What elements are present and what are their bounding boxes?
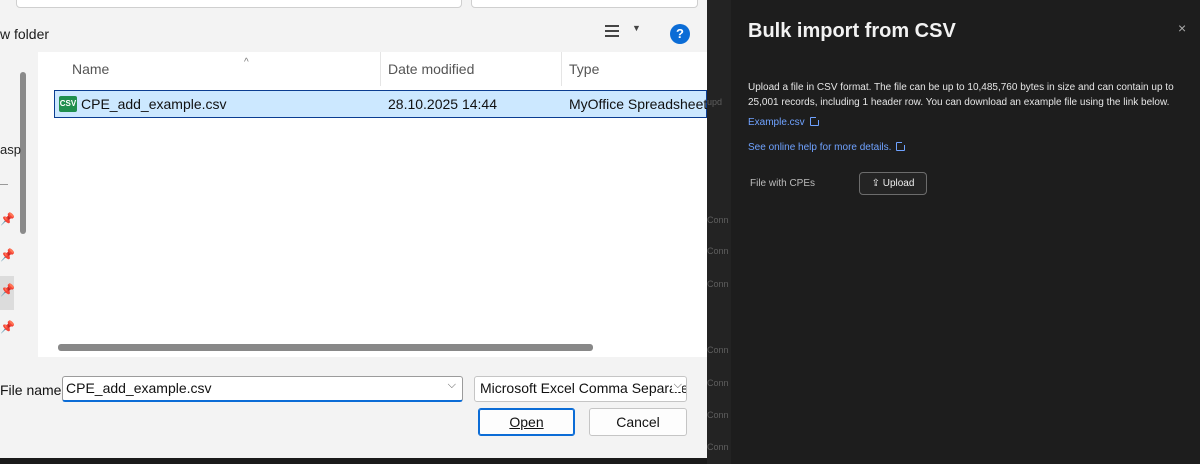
- file-name-label: File name:: [0, 382, 66, 398]
- background-text: Conn: [707, 442, 729, 452]
- pin-icon[interactable]: 📌: [0, 248, 15, 268]
- cancel-button[interactable]: Cancel: [589, 408, 687, 436]
- file-open-dialog: w folder ▼ ? asp 📌 📌 📌 📌 Name ^ Date mod…: [0, 0, 707, 458]
- external-link-icon: [896, 141, 907, 151]
- background-text: Conn: [707, 378, 729, 388]
- horizontal-scrollbar[interactable]: [58, 344, 593, 351]
- upload-field-label: File with CPEs: [750, 178, 816, 189]
- dialog-toolbar: w folder ▼ ?: [0, 0, 707, 52]
- close-icon[interactable]: ×: [1178, 20, 1186, 36]
- bulk-import-panel: Bulk import from CSV × Upload a file in …: [731, 0, 1200, 464]
- pin-icon[interactable]: 📌: [0, 212, 15, 232]
- search-box[interactable]: [471, 0, 698, 8]
- view-options-button[interactable]: ▼: [605, 23, 641, 43]
- address-bar[interactable]: [16, 0, 462, 8]
- panel-title: Bulk import from CSV: [748, 20, 956, 42]
- online-help-link[interactable]: See online help for more details.: [748, 141, 907, 153]
- view-menu-icon: [605, 25, 619, 37]
- csv-file-icon: CSV: [59, 96, 77, 112]
- upload-icon: ⇪: [871, 178, 880, 189]
- background-text: Conn: [707, 215, 729, 225]
- column-header-type[interactable]: Type: [561, 52, 707, 86]
- nav-item-partial[interactable]: asp: [0, 142, 21, 157]
- pin-icon[interactable]: 📌: [0, 276, 15, 310]
- pin-icon[interactable]: 📌: [0, 320, 15, 340]
- file-type-select[interactable]: Microsoft Excel Comma Separated ⌵: [474, 376, 687, 402]
- file-list: Name ^ Date modified Type CSV CPE_add_ex…: [38, 52, 707, 357]
- background-text: Conn: [707, 246, 729, 256]
- external-link-icon: [809, 116, 820, 126]
- background-text: Conn: [707, 279, 729, 289]
- help-icon[interactable]: ?: [670, 24, 690, 44]
- background-text: upd: [707, 97, 723, 107]
- column-header-name[interactable]: Name ^: [64, 52, 380, 86]
- navigation-pane: asp 📌 📌 📌 📌: [0, 52, 38, 357]
- chevron-down-icon[interactable]: ⌵: [448, 379, 456, 392]
- file-row[interactable]: CSV CPE_add_example.csv 28.10.2025 14:44…: [54, 90, 707, 118]
- chevron-down-icon: ▼: [632, 23, 641, 33]
- background-text: Conn: [707, 410, 729, 420]
- column-header-date[interactable]: Date modified: [380, 52, 561, 86]
- upload-button[interactable]: ⇪ Upload: [859, 172, 927, 195]
- file-name-input[interactable]: CPE_add_example.csv ⌵: [62, 376, 463, 402]
- dialog-footer: File name: CPE_add_example.csv ⌵ Microso…: [0, 357, 707, 458]
- sort-up-icon: ^: [244, 57, 249, 68]
- file-date: 28.10.2025 14:44: [388, 96, 497, 112]
- example-csv-link[interactable]: Example.csv: [748, 116, 820, 128]
- chevron-down-icon: ⌵: [671, 379, 682, 392]
- open-button[interactable]: Open: [478, 408, 575, 436]
- background-text: Conn: [707, 345, 729, 355]
- background-table-sliver: upd Conn Conn Conn Conn Conn Conn Conn: [707, 0, 731, 464]
- nav-divider: [0, 184, 8, 185]
- file-type: MyOffice Spreadsheet: [569, 96, 708, 112]
- file-name: CPE_add_example.csv: [81, 96, 227, 112]
- new-folder-button[interactable]: w folder: [0, 26, 49, 42]
- panel-description: Upload a file in CSV format. The file ca…: [748, 82, 1174, 108]
